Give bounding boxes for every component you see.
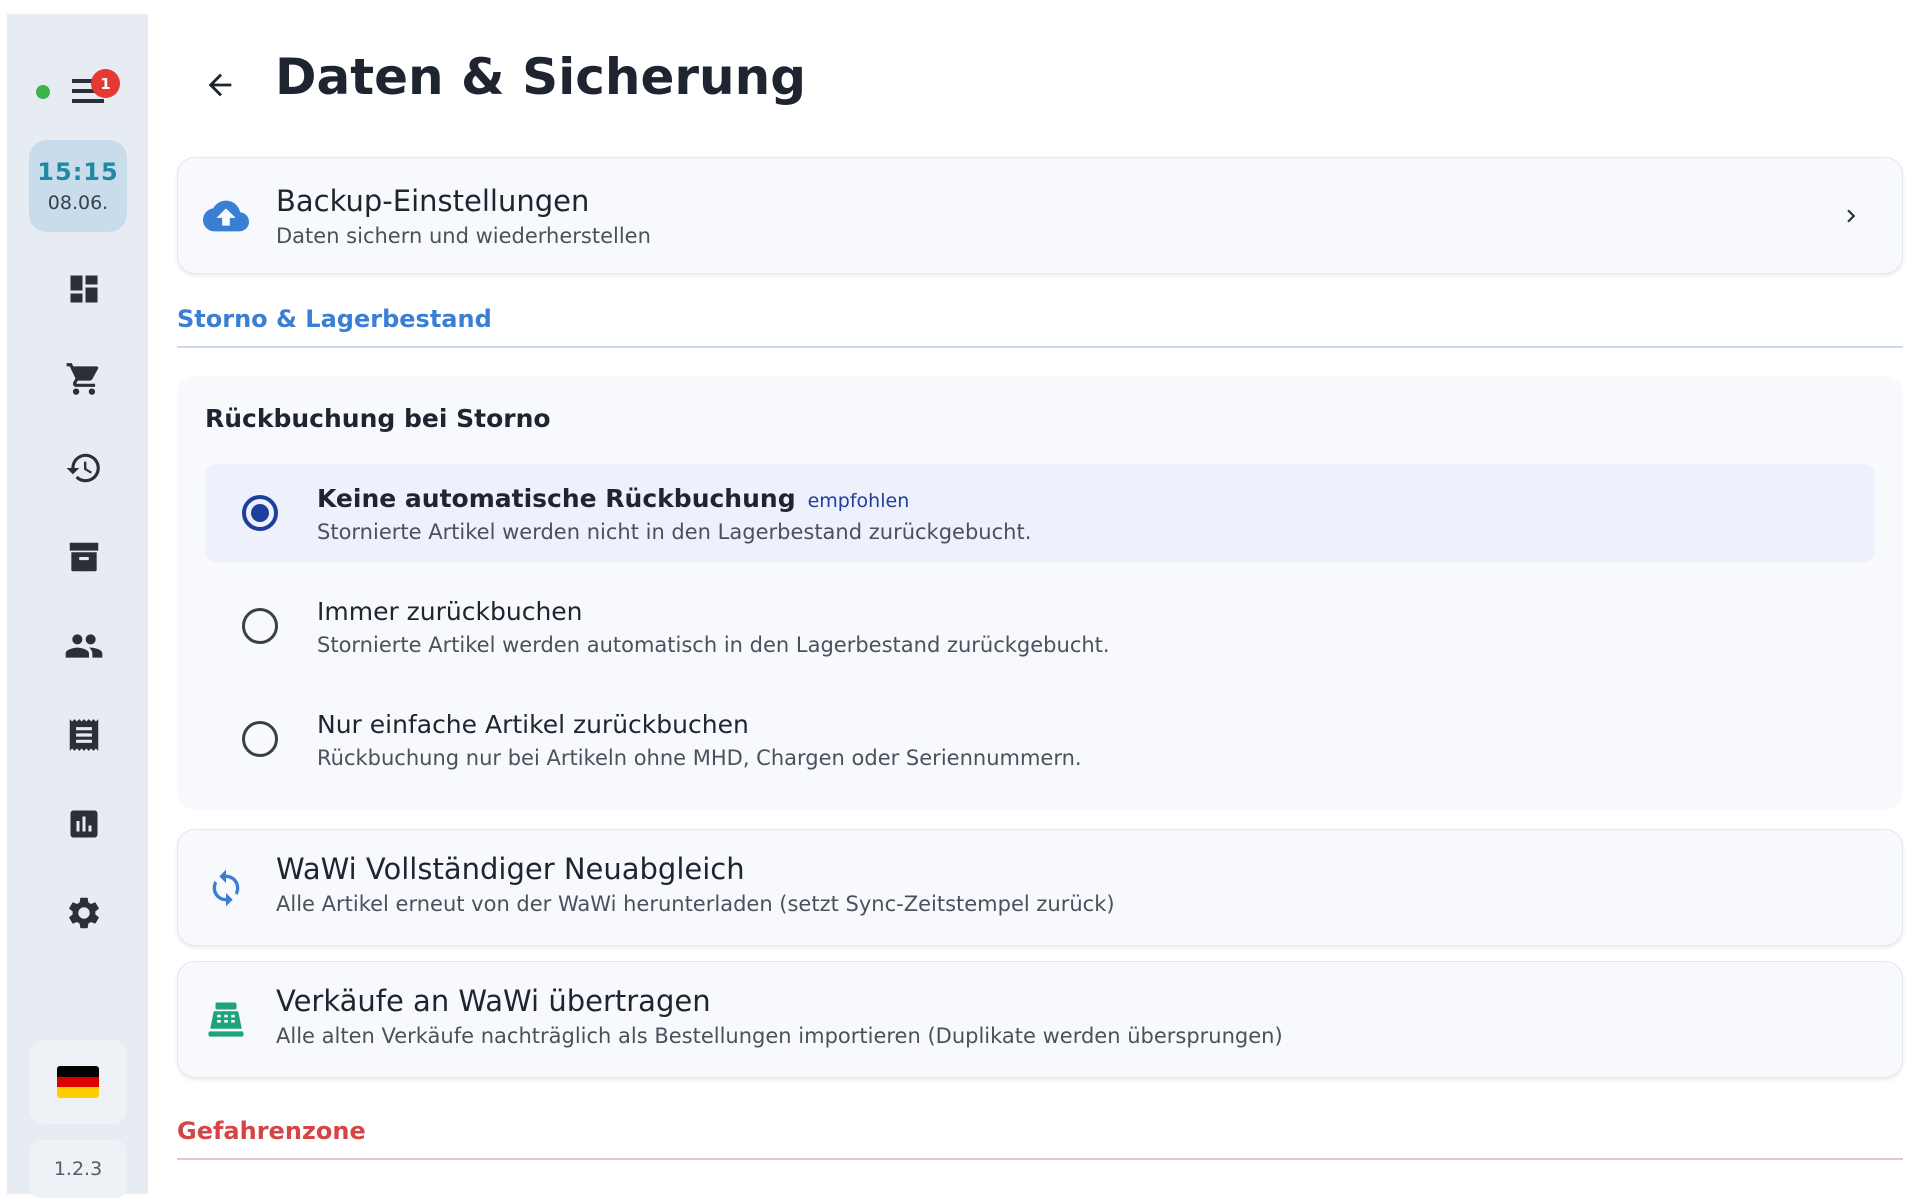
nav-cart[interactable] [57,352,111,406]
radio-button[interactable] [242,608,278,644]
arrow-left-icon [208,73,232,97]
chevron-right-icon [1836,201,1866,231]
sidebar: 1 15:15 08.06. 1.2.3 [7,14,148,1198]
gear-icon [69,897,99,929]
storno-option-simple[interactable]: Nur einfache Artikel zurückbuchen Rückbu… [205,690,1875,788]
section-danger-label: Gefahrenzone [177,1117,366,1145]
dashboard-icon [70,275,98,303]
wawi-sync-title: WaWi Vollständiger Neuabgleich [276,852,745,886]
section-danger-divider [177,1158,1903,1160]
wawi-full-sync-card[interactable]: WaWi Vollständiger Neuabgleich Alle Arti… [177,829,1903,946]
nav-reports[interactable] [57,797,111,851]
backup-settings-card[interactable]: Backup-Einstellungen Daten sichern und w… [177,157,1903,274]
storno-radio-group: Rückbuchung bei Storno Keine automatisch… [177,376,1903,810]
backup-title: Backup-Einstellungen [276,184,590,218]
nav-archive[interactable] [57,530,111,584]
backup-subtitle: Daten sichern und wiederherstellen [276,224,651,248]
sync-icon [212,869,240,906]
page-title: Daten & Sicherung [275,48,807,106]
storno-group-title: Rückbuchung bei Storno [205,404,551,433]
notification-badge: 1 [91,69,120,98]
option-subtitle: Stornierte Artikel werden nicht in den L… [317,520,1032,544]
clock-time: 15:15 [37,158,119,186]
recommended-tag: empfohlen [807,490,910,512]
back-button[interactable] [195,60,245,110]
flag-de-icon [57,1066,99,1098]
wawi-sales-title: Verkäufe an WaWi übertragen [276,984,711,1018]
clock-date: 08.06. [47,192,109,214]
option-title: Immer zurückbuchen [317,597,583,626]
option-title: Keine automatische Rückbuchung empfohlen [317,484,910,513]
status-indicator [36,85,50,99]
option-subtitle: Rückbuchung nur bei Artikeln ohne MHD, C… [317,746,1082,770]
clock-widget: 15:15 08.06. [29,140,127,232]
nav-users[interactable] [57,619,111,673]
storno-option-always[interactable]: Immer zurückbuchen Stornierte Artikel we… [205,577,1875,675]
cart-icon [66,363,99,395]
wawi-sync-subtitle: Alle Artikel erneut von der WaWi herunte… [276,892,1115,916]
chart-icon [70,810,98,838]
history-icon [66,453,100,483]
sync-icon-wrap [202,864,250,912]
nav-receipts[interactable] [57,708,111,762]
storno-option-none[interactable]: Keine automatische Rückbuchung empfohlen … [205,464,1875,562]
radio-button-checked[interactable] [242,495,278,531]
option-subtitle: Stornierte Artikel werden automatisch in… [317,633,1110,657]
cash-register-icon-wrap [202,996,250,1044]
radio-button[interactable] [242,721,278,757]
section-storno-divider [177,346,1903,348]
section-storno-label: Storno & Lagerbestand [177,305,492,333]
nav-dashboard[interactable] [57,262,111,316]
cash-register-icon [208,1002,244,1037]
language-selector[interactable] [29,1040,127,1124]
app-version: 1.2.3 [29,1140,127,1198]
users-icon [65,634,103,658]
wawi-sales-subtitle: Alle alten Verkäufe nachträglich als Bes… [276,1024,1283,1048]
cloud-upload-icon-wrap [202,192,250,240]
receipt-icon [69,719,99,751]
cloud-upload-icon [203,200,249,231]
archive-icon [69,542,99,572]
option-title: Nur einfache Artikel zurückbuchen [317,710,749,739]
nav-history[interactable] [57,441,111,495]
nav-settings[interactable] [57,886,111,940]
wawi-sales-transfer-card[interactable]: Verkäufe an WaWi übertragen Alle alten V… [177,961,1903,1078]
